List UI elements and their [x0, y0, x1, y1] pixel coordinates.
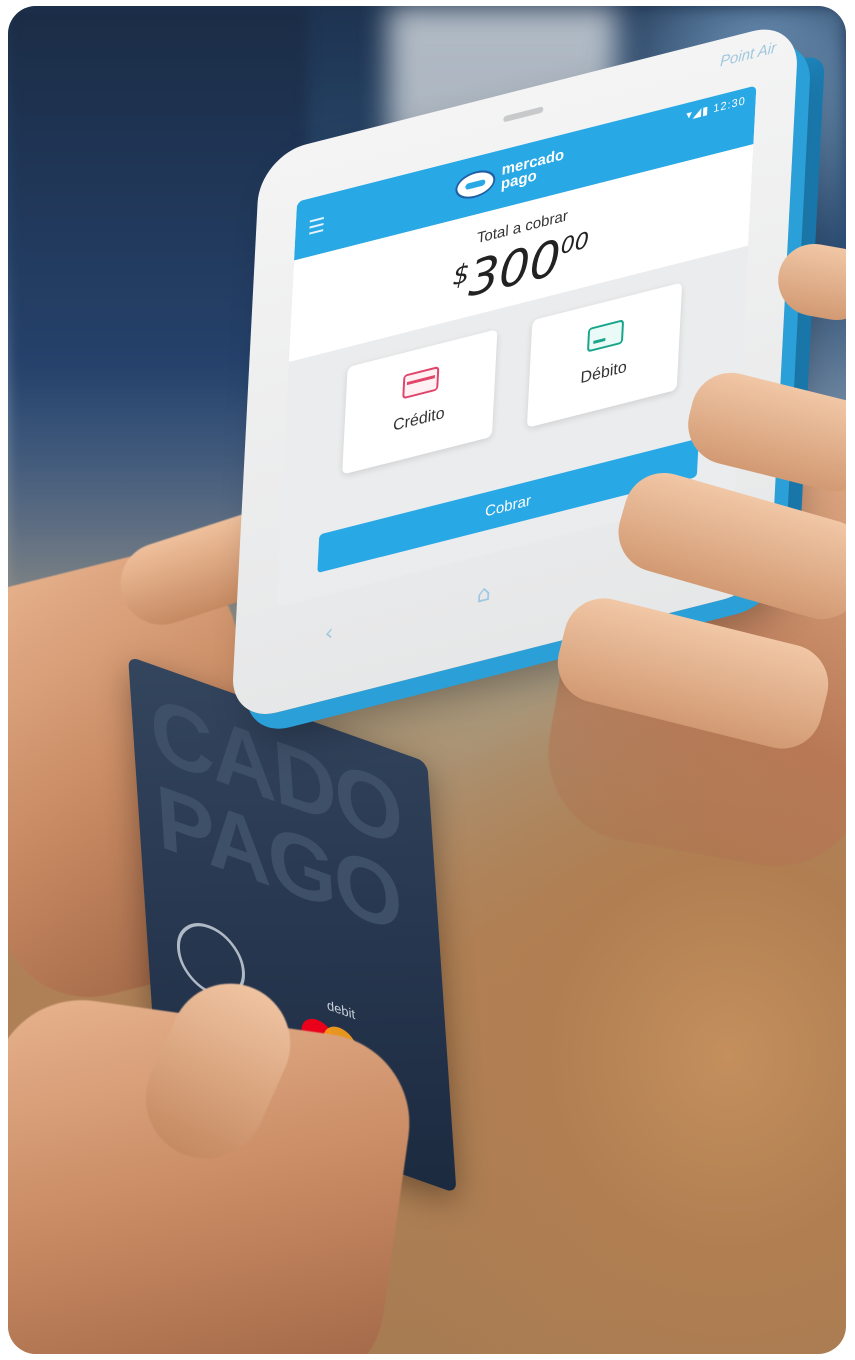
credit-card-icon — [402, 365, 440, 400]
home-icon[interactable]: ⌂ — [468, 576, 500, 614]
amount-cents: 00 — [560, 227, 590, 261]
credit-option[interactable]: Crédito — [342, 329, 498, 475]
card-type-label: debit — [326, 997, 356, 1023]
debit-card-icon — [586, 319, 625, 353]
debit-option-label: Débito — [580, 358, 628, 388]
card-wordmark: CADO PAGO — [147, 676, 409, 953]
handshake-icon — [454, 166, 497, 203]
photo-frame: CADO PAGO debit Point Air mercado pago ▾… — [8, 6, 846, 1354]
amount-currency: $ — [451, 258, 471, 293]
logo-text: mercado pago — [501, 146, 565, 193]
credit-option-label: Crédito — [392, 404, 446, 435]
hamburger-menu-icon[interactable] — [309, 216, 324, 235]
debit-option[interactable]: Débito — [526, 282, 683, 428]
back-icon[interactable]: ‹ — [313, 615, 345, 653]
